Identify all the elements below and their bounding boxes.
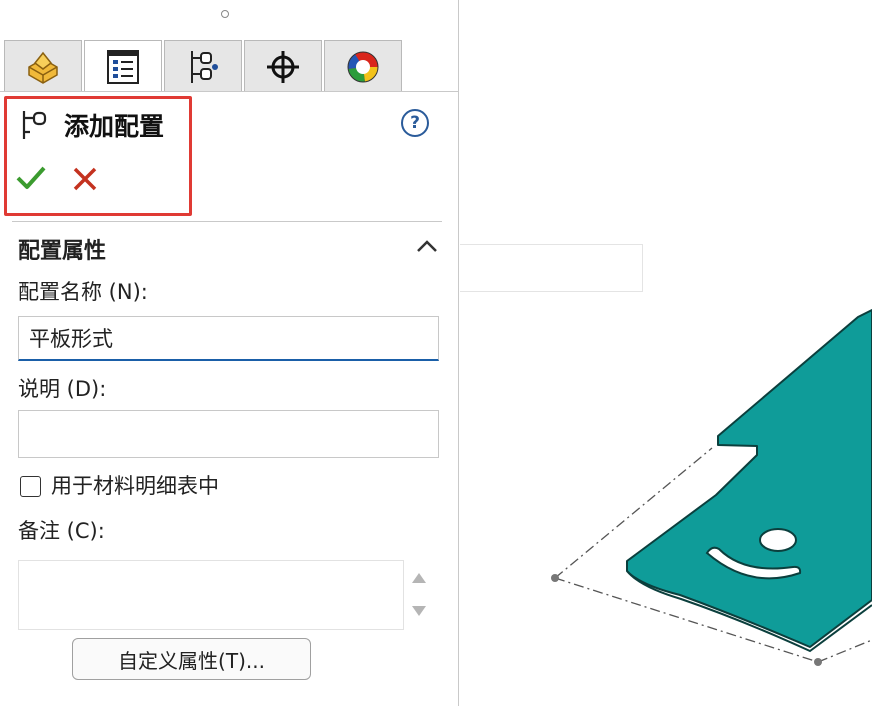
section-title-config-properties: 配置属性 bbox=[18, 239, 107, 264]
highlight-annotation-box bbox=[4, 96, 192, 216]
property-manager-panel: 添加配置 ? 配置属性 配置名称 (N): 说明 (D): 用于材料明细表中 备… bbox=[0, 0, 459, 706]
custom-properties-button[interactable]: 自定义属性(T)... bbox=[72, 638, 311, 680]
config-name-label: 配置名称 (N): bbox=[18, 280, 148, 304]
description-field[interactable] bbox=[18, 410, 439, 458]
help-icon[interactable]: ? bbox=[401, 109, 429, 137]
config-name-field[interactable] bbox=[18, 316, 439, 361]
panel-grip-handle[interactable] bbox=[221, 10, 229, 18]
manager-tabs bbox=[4, 40, 404, 92]
scroll-down-arrow-icon[interactable] bbox=[410, 603, 428, 617]
tab-divider bbox=[0, 91, 459, 92]
use-in-bom-label: 用于材料明细表中 bbox=[51, 474, 219, 498]
graphics-viewport[interactable] bbox=[460, 0, 872, 706]
property-list-icon bbox=[107, 49, 139, 84]
tab-configuration-manager[interactable] bbox=[164, 40, 242, 92]
sheet-metal-part[interactable] bbox=[460, 0, 872, 706]
notes-field[interactable] bbox=[18, 560, 404, 630]
tab-display-manager[interactable] bbox=[324, 40, 402, 92]
part-cube-icon bbox=[28, 51, 58, 84]
notes-label: 备注 (C): bbox=[18, 519, 105, 543]
tab-dimxpert-manager[interactable] bbox=[244, 40, 322, 92]
use-in-bom-checkbox[interactable] bbox=[20, 476, 41, 497]
appearance-sphere-icon bbox=[347, 51, 379, 82]
scroll-up-arrow-icon[interactable] bbox=[410, 570, 428, 584]
tab-property-manager[interactable] bbox=[84, 40, 162, 92]
configuration-tree-icon bbox=[191, 50, 218, 83]
section-divider bbox=[12, 221, 442, 222]
tab-feature-manager[interactable] bbox=[4, 40, 82, 92]
description-label: 说明 (D): bbox=[18, 377, 107, 401]
crosshair-icon bbox=[267, 50, 299, 83]
collapse-chevron-icon[interactable] bbox=[416, 238, 438, 257]
